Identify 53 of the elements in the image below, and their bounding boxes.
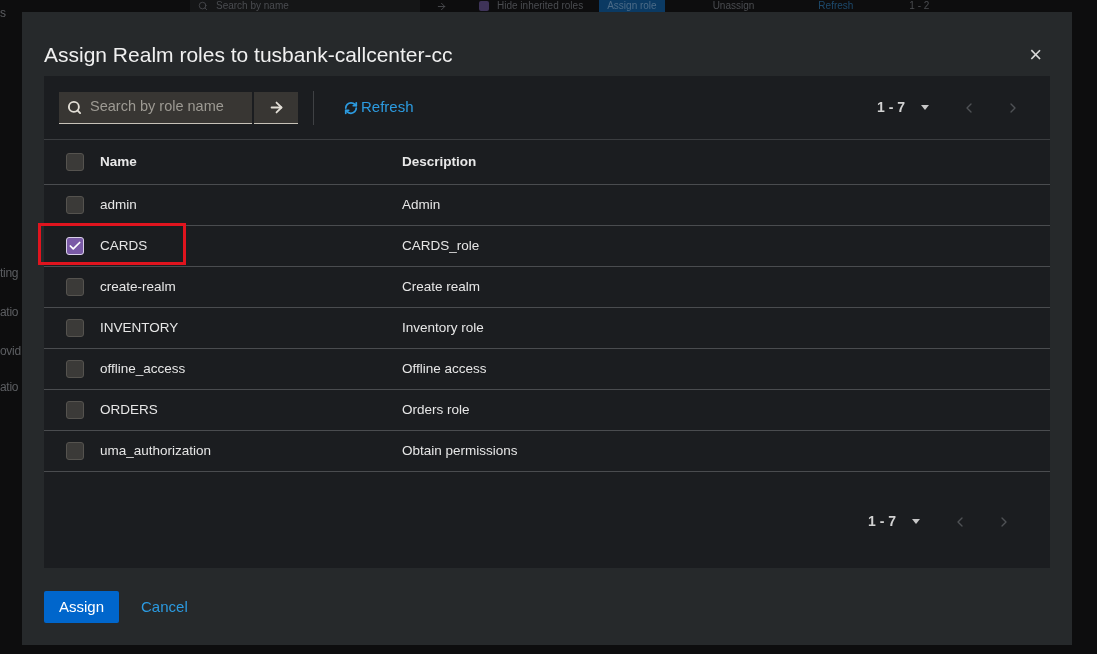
- checkbox[interactable]: [66, 196, 84, 214]
- table-cell-text: create-realm: [100, 277, 177, 296]
- dialog-title: Assign Realm roles to tusbank-callcenter-cc: [44, 42, 453, 69]
- pagination-toggle[interactable]: 1 - 7: [860, 507, 928, 536]
- table-cell-text: Offline access: [402, 359, 487, 378]
- close-button[interactable]: ×: [1029, 44, 1042, 66]
- sidebar-item[interactable]: ovid: [0, 342, 21, 360]
- table-cell-text: uma_authorization: [100, 441, 213, 460]
- table-row[interactable]: offline_access Offline access: [44, 349, 1050, 390]
- refresh-button[interactable]: Refresh: [344, 96, 414, 119]
- checkbox[interactable]: [479, 1, 489, 11]
- checkbox[interactable]: [66, 153, 84, 171]
- sidebar-item[interactable]: s: [0, 4, 6, 22]
- checkbox[interactable]: [66, 360, 84, 378]
- table-cell-text: Obtain permissions: [402, 441, 518, 460]
- checkbox[interactable]: [66, 442, 84, 460]
- caret-icon: [921, 105, 929, 110]
- table-cell-text: offline_access: [100, 359, 187, 378]
- table-cell-text: Create realm: [402, 277, 481, 296]
- sidebar-item[interactable]: ting: [0, 264, 19, 282]
- search-button[interactable]: [254, 91, 298, 124]
- search-icon: [198, 1, 208, 11]
- assign-button[interactable]: Assign: [44, 591, 120, 623]
- refresh-icon: [344, 100, 358, 115]
- table-cell-text: CARDS_role: [402, 236, 480, 255]
- table-row[interactable]: admin Admin: [44, 185, 1050, 226]
- caret-icon: [912, 519, 920, 524]
- table-row[interactable]: create-realm Create realm: [44, 267, 1050, 308]
- sidebar-item[interactable]: atio: [0, 378, 19, 396]
- checkbox-label: Hide inherited roles: [497, 1, 584, 11]
- checkbox[interactable]: [66, 278, 84, 296]
- search-field[interactable]: Search by role name: [59, 91, 252, 124]
- checkbox[interactable]: [66, 319, 84, 337]
- table-cell-text: Admin: [402, 195, 441, 214]
- table-cell-text: Inventory role: [402, 318, 484, 337]
- table-cell-text: Orders role: [402, 400, 470, 419]
- sidebar-item[interactable]: atio: [0, 303, 19, 321]
- table-row[interactable]: CARDS CARDS_role: [44, 226, 1050, 267]
- table-cell-text: CARDS: [100, 236, 149, 255]
- arrow-icon[interactable]: [436, 0, 447, 12]
- table-cell-text: admin: [100, 195, 138, 214]
- table-row[interactable]: uma_authorization Obtain permissions: [44, 431, 1050, 472]
- table-row[interactable]: ORDERS Orders role: [44, 390, 1050, 431]
- column-header[interactable]: Description: [402, 151, 477, 173]
- search-icon: [67, 99, 82, 115]
- table-cell-text: INVENTORY: [100, 318, 180, 337]
- checkbox[interactable]: [66, 401, 84, 419]
- table-cell-text: ORDERS: [100, 400, 159, 419]
- check-icon: [68, 239, 82, 253]
- column-header[interactable]: Name: [100, 151, 402, 173]
- table-row[interactable]: INVENTORY Inventory role: [44, 308, 1050, 349]
- pagination-toggle[interactable]: 1 - 7: [869, 93, 937, 122]
- cancel-button[interactable]: Cancel: [141, 595, 188, 619]
